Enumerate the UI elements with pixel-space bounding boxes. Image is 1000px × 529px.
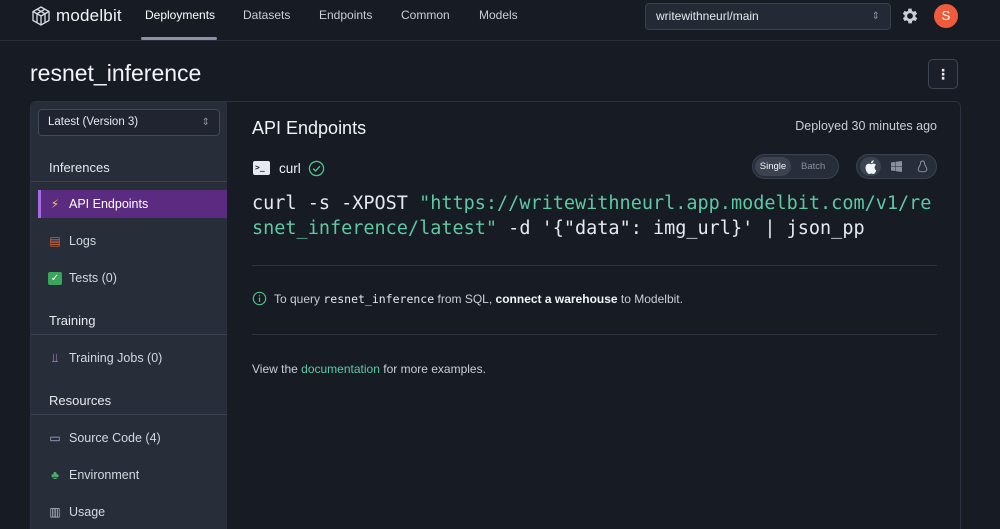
laptop-icon: ▭ <box>49 431 61 445</box>
books-icon: ▤ <box>49 234 61 248</box>
top-navbar: modelbit Deployments Datasets Endpoints … <box>0 0 1000 41</box>
branch-value: writewithneurl/main <box>656 9 759 23</box>
sidebar-item-environment[interactable]: ♣ Environment <box>38 461 227 489</box>
info-text-before: To query <box>274 291 321 306</box>
connect-warehouse-link[interactable]: connect a warehouse <box>496 292 618 306</box>
check-circle-icon <box>308 160 325 176</box>
info-code: resnet_inference <box>323 291 435 306</box>
nav-datasets[interactable]: Datasets <box>243 0 290 41</box>
active-nav-indicator <box>141 37 217 40</box>
version-value: Latest (Version 3) <box>48 116 139 128</box>
sidebar-item-label: Logs <box>69 234 97 248</box>
sidebar-item-tests[interactable]: ✓ Tests (0) <box>38 264 227 292</box>
section-resources: Resources <box>31 387 227 415</box>
api-endpoints-panel: API Endpoints Deployed 30 minutes ago >_… <box>227 102 960 529</box>
curl-command: curl -s -XPOST "https://writewithneurl.a… <box>252 191 942 241</box>
lightning-icon: ⚡ <box>50 197 60 211</box>
apple-os-button[interactable] <box>860 157 881 176</box>
more-options-button[interactable]: ⋮ <box>928 59 958 89</box>
apple-icon <box>865 159 877 174</box>
sidebar-item-api-endpoints[interactable]: ⚡ API Endpoints <box>38 190 227 218</box>
linux-icon <box>917 160 928 173</box>
divider <box>252 334 937 335</box>
code-suffix: -d '{"data": img_url}' | json_pp <box>497 218 865 239</box>
nav-common[interactable]: Common <box>401 0 450 41</box>
nav-deployments[interactable]: Deployments <box>145 0 215 41</box>
documentation-link[interactable]: documentation <box>301 362 380 376</box>
docs-text-before: View the <box>252 362 298 376</box>
info-icon <box>252 291 267 306</box>
sidebar-item-label: Training Jobs (0) <box>69 351 163 365</box>
up-down-chevron-icon: ⇕ <box>201 117 210 128</box>
windows-os-button[interactable] <box>886 157 907 176</box>
single-batch-toggle: Single Batch <box>752 154 839 179</box>
curl-label: curl <box>279 160 301 176</box>
branch-select[interactable]: writewithneurl/main ⇕ <box>645 3 891 30</box>
sidebar-item-label: Usage <box>69 505 106 519</box>
brand-name: modelbit <box>56 6 122 25</box>
sidebar-item-label: API Endpoints <box>69 197 149 211</box>
dumbbell-icon: ⫫ <box>51 351 59 365</box>
info-text-after: to Modelbit. <box>620 291 683 306</box>
deployment-sidebar: Latest (Version 3) ⇕ Inferences ⚡ API En… <box>31 102 227 529</box>
nav-endpoints[interactable]: Endpoints <box>319 0 372 41</box>
divider <box>252 265 937 266</box>
curl-header: >_ curl <box>253 158 325 178</box>
sidebar-item-training-jobs[interactable]: ⫫ Training Jobs (0) <box>38 344 227 372</box>
linux-os-button[interactable] <box>912 157 933 176</box>
panel-title: API Endpoints <box>252 118 367 138</box>
docs-text-after: for more examples. <box>383 362 486 376</box>
gear-icon[interactable] <box>900 6 920 26</box>
sidebar-item-label: Environment <box>69 468 140 482</box>
sidebar-item-logs[interactable]: ▤ Logs <box>38 227 227 255</box>
nav-models[interactable]: Models <box>479 0 518 41</box>
modelbit-logo[interactable]: modelbit <box>30 5 122 27</box>
section-inferences: Inferences <box>31 154 227 182</box>
section-training: Training <box>31 307 227 335</box>
sidebar-item-usage[interactable]: ▥ Usage <box>38 498 227 526</box>
sidebar-item-label: Source Code (4) <box>69 431 161 445</box>
bar-chart-icon: ▥ <box>49 505 61 519</box>
terminal-icon: >_ <box>253 161 270 175</box>
cube-logo-icon <box>32 6 50 26</box>
batch-mode-button[interactable]: Batch <box>801 157 825 176</box>
deployed-timestamp: Deployed 30 minutes ago <box>795 119 937 133</box>
version-select[interactable]: Latest (Version 3) ⇕ <box>38 109 220 136</box>
code-prefix: curl -s -XPOST <box>252 193 420 214</box>
sql-info-row: To query resnet_inference from SQL, conn… <box>252 291 683 306</box>
os-toggle <box>856 154 937 179</box>
user-avatar[interactable]: S <box>934 4 958 28</box>
windows-icon <box>891 161 902 172</box>
page-title: resnet_inference <box>30 60 202 86</box>
up-down-chevron-icon: ⇕ <box>871 11 880 22</box>
single-mode-button[interactable]: Single <box>755 157 791 176</box>
check-box-icon: ✓ <box>48 271 62 285</box>
info-text-middle: from SQL, <box>437 291 493 306</box>
sidebar-item-source-code[interactable]: ▭ Source Code (4) <box>38 424 227 452</box>
docs-row: View the documentation for more examples… <box>252 362 486 376</box>
tree-icon: ♣ <box>51 468 59 482</box>
sidebar-item-label: Tests (0) <box>69 271 117 285</box>
deployment-card: Latest (Version 3) ⇕ Inferences ⚡ API En… <box>30 101 961 529</box>
